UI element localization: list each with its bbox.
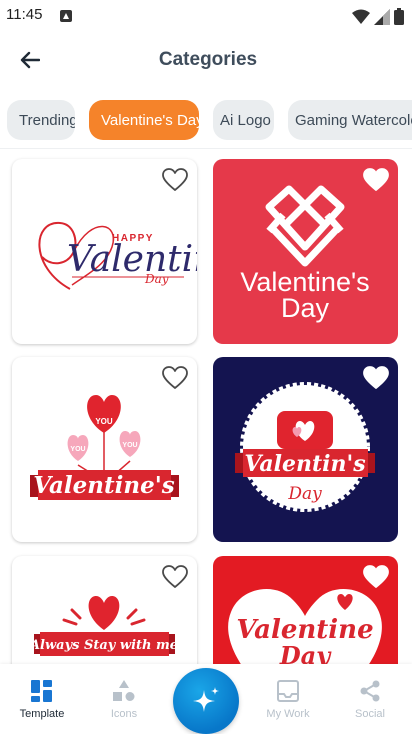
heart-outline-icon	[162, 565, 188, 588]
battery-icon	[394, 8, 404, 30]
nav-item-icons[interactable]: Icons	[84, 680, 164, 720]
card-text-sub: Day	[281, 293, 330, 323]
favorite-button[interactable]	[362, 365, 390, 391]
tab-label: Ai Logo	[220, 111, 271, 129]
nav-item-social[interactable]: Social	[330, 680, 410, 720]
tab-label: Valentine's Day	[101, 111, 199, 129]
favorite-button[interactable]	[161, 167, 189, 193]
heart-outline-icon	[363, 366, 389, 389]
template-card[interactable]: Valentine's Day	[213, 159, 398, 344]
template-card[interactable]: HAPPY Valentine Day	[12, 159, 197, 344]
heart-outline-icon	[162, 366, 188, 389]
grid-icon	[31, 680, 52, 702]
template-card[interactable]: Valentin's Day	[213, 357, 398, 542]
shapes-icon	[113, 680, 135, 701]
nav-item-template[interactable]: Template	[2, 680, 82, 720]
ai-create-fab[interactable]	[173, 668, 239, 734]
sparkle-icon	[193, 687, 219, 712]
heart-outline-icon	[162, 168, 188, 191]
nav-label: Icons	[110, 708, 138, 720]
favorite-button[interactable]	[161, 365, 189, 391]
favorite-button[interactable]	[362, 167, 390, 193]
favorite-button[interactable]	[161, 564, 189, 590]
tab-label: Trending	[19, 111, 75, 129]
card-text-title: Valentine's	[33, 472, 174, 499]
signal-icon	[374, 8, 390, 30]
balloon-text: YOU	[95, 417, 113, 426]
app-header: Categories	[0, 36, 412, 84]
tab-label: Gaming Watercolo	[295, 111, 412, 129]
nav-label: My Work	[266, 708, 310, 720]
nav-label: Template	[19, 708, 65, 720]
tabs-divider	[0, 148, 412, 149]
status-bar: 11:45	[0, 0, 412, 32]
nav-label: Social	[355, 708, 385, 720]
favorite-button[interactable]	[362, 564, 390, 590]
wifi-icon	[352, 9, 370, 30]
page-title: Categories	[158, 49, 258, 70]
inbox-icon	[277, 680, 299, 702]
card-text-sub: Day	[287, 484, 322, 504]
balloon-text: YOU	[122, 442, 137, 449]
tab-valentines-day[interactable]: Valentine's Day	[89, 100, 199, 140]
tab-ai-logo[interactable]: Ai Logo	[213, 100, 274, 140]
balloon-text: YOU	[70, 446, 85, 453]
nav-item-my-work[interactable]: My Work	[248, 680, 328, 720]
heart-outline-icon	[363, 565, 389, 588]
card-text-title: Valentine	[67, 239, 197, 280]
template-card[interactable]: YOU YOU YOU Valentine's	[12, 357, 197, 542]
card-text-sub: Day	[144, 272, 169, 286]
tab-trending[interactable]: Trending	[7, 100, 75, 140]
category-tabs: Trending Valentine's Day Ai Logo Gaming …	[0, 100, 412, 140]
notification-app-icon	[60, 9, 72, 27]
status-time: 11:45	[6, 6, 43, 23]
card-text-title: Valentin's	[244, 451, 365, 477]
share-icon	[360, 680, 380, 702]
card-text-title: Always Stay with me	[28, 638, 178, 653]
heart-outline-icon	[363, 168, 389, 191]
tab-gaming-watercolor[interactable]: Gaming Watercolo	[288, 100, 412, 140]
